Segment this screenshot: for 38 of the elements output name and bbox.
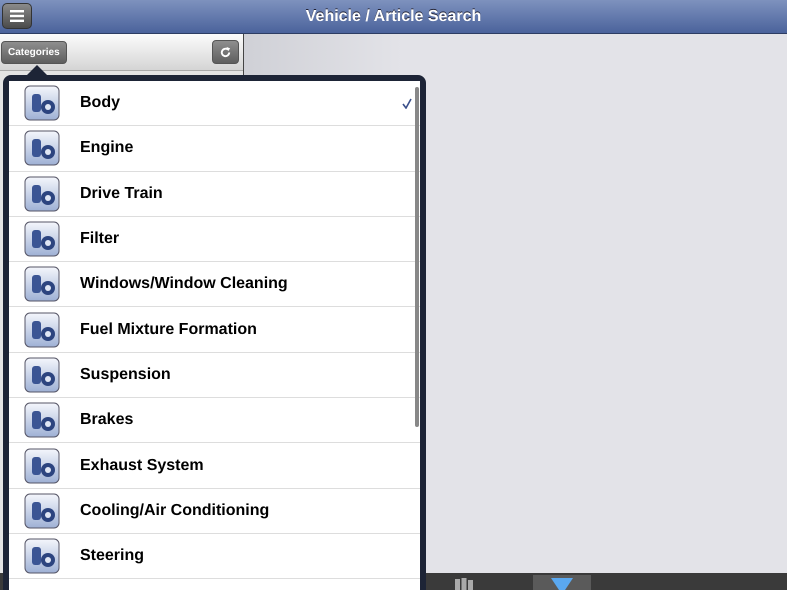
category-icon	[24, 492, 60, 529]
category-item[interactable]: Body	[9, 81, 420, 126]
funnel-icon	[551, 578, 573, 590]
category-icon	[24, 448, 60, 484]
category-item[interactable]: Exhaust System	[9, 443, 420, 489]
category-item[interactable]: Brakes	[9, 398, 420, 444]
stack-icon	[454, 578, 474, 590]
category-label: Windows/Window Cleaning	[80, 275, 289, 294]
category-label: Body	[80, 94, 121, 112]
category-icon	[24, 221, 60, 258]
toolbar-tab[interactable]	[533, 575, 591, 590]
category-label: Suspension	[80, 366, 172, 384]
category-icon	[24, 356, 60, 393]
category-icon	[24, 130, 60, 166]
category-label: Filter	[80, 230, 120, 248]
category-icon	[24, 176, 60, 212]
category-icon	[24, 266, 60, 302]
category-label: Brakes	[80, 411, 134, 430]
category-item[interactable]: Drive Train	[9, 172, 420, 217]
category-icon	[24, 402, 60, 438]
category-item[interactable]: Cooling/Air Conditioning	[9, 488, 420, 534]
header-title: Vehicle / Article Search	[306, 8, 482, 26]
category-item[interactable]: Steering	[9, 534, 420, 580]
categories-button[interactable]: Categories	[1, 40, 67, 64]
category-label: Exhaust System	[80, 456, 205, 475]
category-label: Engine	[80, 139, 134, 158]
category-icon	[24, 85, 60, 122]
category-icon	[24, 538, 60, 574]
category-item[interactable]: Windows/Window Cleaning	[9, 262, 420, 308]
refresh-button[interactable]	[212, 40, 239, 64]
category-label: Cooling/Air Conditioning	[80, 502, 270, 520]
menu-button[interactable]	[2, 3, 32, 29]
refresh-icon	[219, 46, 232, 58]
category-label: Drive Train	[80, 184, 164, 203]
category-label: Fuel Mixture Formation	[80, 320, 258, 339]
menu-icon	[10, 10, 24, 22]
category-icon	[24, 312, 60, 348]
category-label: Steering	[80, 547, 146, 566]
